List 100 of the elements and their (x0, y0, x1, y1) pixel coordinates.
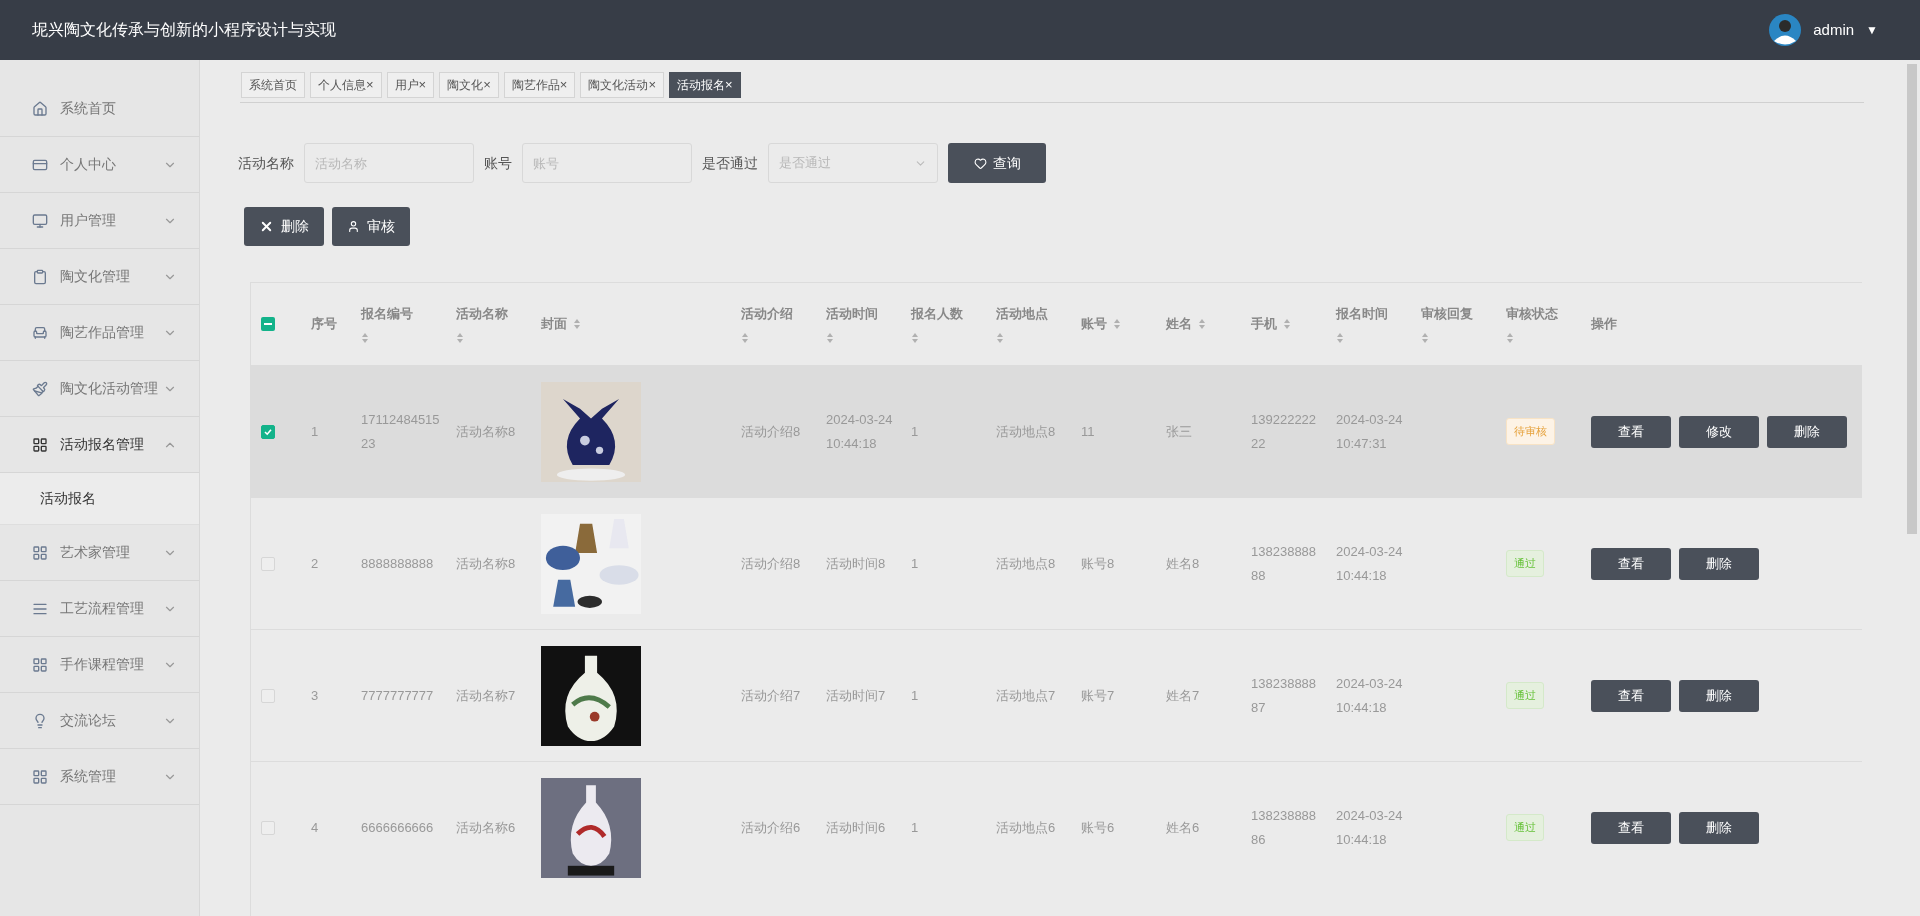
table-cell-text: 活动时间7 (826, 686, 887, 705)
column-header: 审核回复 (1421, 305, 1474, 324)
submenu-item[interactable]: 活动报名 (0, 473, 199, 525)
sort-icon[interactable] (361, 331, 369, 344)
row-action-button[interactable]: 删除 (1679, 811, 1759, 844)
table-cell-text: 活动介绍8 (741, 554, 802, 573)
page-tab[interactable]: 系统首页 (241, 72, 305, 98)
table-cell-text: 活动介绍7 (741, 686, 802, 705)
sidebar-item[interactable]: 用户管理 (0, 193, 199, 249)
row-action-button[interactable]: 查看 (1591, 415, 1671, 448)
table-cell-text: 2024-03-24 10:44:18 (826, 410, 894, 453)
close-icon[interactable]: × (483, 75, 491, 95)
menu-icon (32, 212, 48, 229)
sort-icon[interactable] (996, 331, 1004, 344)
row-action-button[interactable]: 查看 (1591, 679, 1671, 712)
table-cell-text: 活动介绍8 (741, 422, 802, 441)
table-row[interactable]: 2 8888888888 活动名称8 活动介绍8 活动时间8 1 活动地点8 账号8 姓名8 13823888888 2024-03-24 10:44:18 通过 查看 删除 (251, 497, 1862, 629)
sort-icon[interactable] (1283, 318, 1291, 330)
caret-icon[interactable]: ▼ (1866, 21, 1878, 39)
menu-icon (32, 544, 48, 561)
sort-icon[interactable] (1198, 318, 1206, 330)
row-action-button[interactable]: 查看 (1591, 547, 1671, 580)
sort-icon[interactable] (1113, 318, 1121, 330)
table-cell-text: 活动地点8 (996, 554, 1057, 573)
page-tab[interactable]: 活动报名× (668, 72, 741, 98)
page-tab[interactable]: 个人信息× (310, 72, 382, 98)
menu-icon (32, 100, 48, 117)
table-cell-text: 13823888888 (1251, 542, 1318, 585)
table-cell-text: 姓名6 (1166, 818, 1201, 837)
sort-icon[interactable] (1336, 331, 1344, 344)
row-action-button[interactable]: 删除 (1679, 679, 1759, 712)
close-icon[interactable]: × (418, 75, 427, 95)
sidebar-item[interactable]: 系统管理 (0, 749, 199, 805)
sidebar-item[interactable]: 个人中心 (0, 137, 199, 193)
sort-icon[interactable] (456, 331, 464, 344)
sidebar-item[interactable]: 交流论坛 (0, 693, 199, 749)
table-cell-text: 活动名称8 (456, 422, 517, 441)
table-cell-text: 2024-03-24 10:44:18 (1336, 674, 1404, 717)
table-cell-text: 1 (911, 554, 920, 573)
row-checkbox[interactable] (261, 688, 275, 703)
row-checkbox[interactable] (261, 820, 275, 835)
sort-icon[interactable] (911, 331, 919, 344)
close-icon[interactable]: × (559, 75, 568, 95)
table-cell-text: 8888888888 (361, 554, 435, 573)
select-all-checkbox[interactable] (261, 317, 275, 331)
table-cell-text: 1711248451523 (361, 410, 440, 453)
menu-icon (32, 712, 48, 729)
column-header: 审核状态 (1506, 305, 1559, 324)
heart-icon (973, 156, 987, 170)
page-tab[interactable]: 陶艺作品× (503, 72, 576, 98)
close-icon[interactable]: × (724, 75, 733, 95)
user-name[interactable]: admin (1813, 18, 1855, 42)
avatar-icon[interactable] (1769, 14, 1802, 46)
status-tag: 待审核 (1506, 418, 1555, 445)
sidebar-item[interactable]: 艺术家管理 (0, 525, 199, 581)
sort-icon[interactable] (826, 331, 834, 344)
sidebar-item[interactable]: 系统首页 (0, 81, 199, 137)
sidebar-item[interactable]: 陶文化管理 (0, 249, 199, 305)
page-tab[interactable]: 用户× (386, 72, 435, 98)
sidebar-item[interactable]: 陶文化活动管理 (0, 361, 199, 417)
field-label: 是否通过 (702, 153, 758, 173)
person-icon (347, 220, 360, 233)
sidebar-item[interactable]: 手作课程管理 (0, 637, 199, 693)
column-header: 操作 (1591, 315, 1617, 334)
row-action-button[interactable]: 查看 (1591, 811, 1671, 844)
table-cell-text: 活动名称6 (456, 818, 517, 837)
close-icon[interactable]: × (648, 75, 656, 95)
page-tab[interactable]: 陶文化× (439, 72, 499, 98)
field-label: 账号 (484, 153, 512, 173)
table-cell-text: 2024-03-24 10:44:18 (1336, 806, 1404, 849)
audit-button[interactable]: 审核 (332, 207, 410, 246)
table-row[interactable]: 3 7777777777 活动名称7 活动介绍7 活动时间7 1 活动地点7 账号7 姓名7 13823888887 2024-03-24 10:44:18 通过 查看 删除 (251, 629, 1862, 761)
column-header: 活动名称 (456, 305, 509, 324)
sort-icon[interactable] (1506, 331, 1514, 344)
column-header: 活动时间 (826, 305, 879, 324)
sort-icon[interactable] (741, 331, 749, 344)
search-button[interactable]: 查询 (948, 143, 1046, 183)
table-cell-text: 13823888887 (1251, 674, 1318, 717)
row-action-button[interactable]: 删除 (1767, 415, 1847, 448)
sort-icon[interactable] (1421, 331, 1429, 344)
status-tag: 通过 (1506, 550, 1544, 577)
table-row[interactable]: 4 6666666666 活动名称6 活动介绍6 活动时间6 1 活动地点6 账号6 姓名6 13823888886 2024-03-24 10:44:18 通过 查看 删除 (251, 761, 1862, 893)
row-checkbox[interactable] (261, 424, 275, 439)
row-checkbox[interactable] (261, 556, 275, 571)
scrollbar-thumb[interactable] (1907, 64, 1917, 534)
table-cell-text: 11 (1081, 422, 1096, 441)
close-icon[interactable]: × (366, 75, 374, 95)
checkmark-icon (263, 426, 273, 437)
table-cell-text: 姓名7 (1166, 686, 1201, 705)
sort-icon[interactable] (573, 318, 581, 330)
close-icon (259, 219, 274, 234)
menu-icon (32, 656, 48, 673)
sidebar-item[interactable]: 工艺流程管理 (0, 581, 199, 637)
page-tab[interactable]: 陶文化活动× (580, 72, 664, 98)
sidebar-item[interactable]: 陶艺作品管理 (0, 305, 199, 361)
row-action-button[interactable]: 删除 (1679, 547, 1759, 580)
delete-button[interactable]: 删除 (244, 207, 324, 246)
table-cell-text: 账号8 (1081, 554, 1116, 573)
menu-icon (32, 380, 48, 397)
row-action-button[interactable]: 修改 (1679, 415, 1759, 448)
